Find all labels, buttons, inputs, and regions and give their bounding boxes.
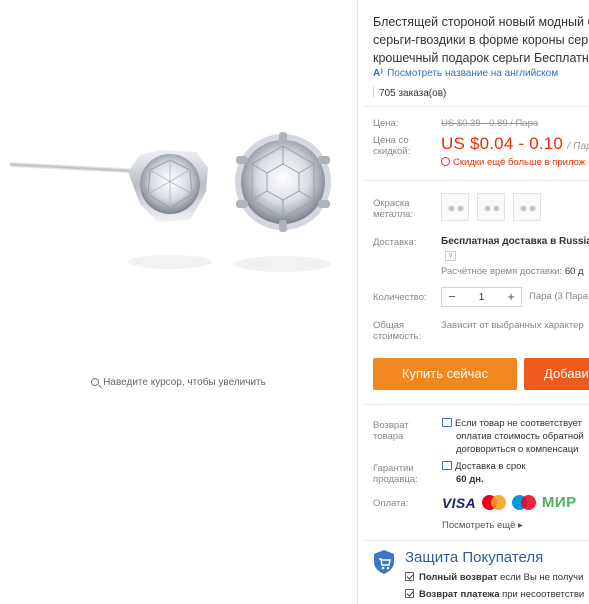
payment-methods: VISA МИР <box>442 494 577 511</box>
delivery-time-label: Расчётное время доставки: <box>441 266 563 277</box>
mastercard-logo-icon <box>481 494 506 511</box>
metal-color-option[interactable] <box>513 193 541 221</box>
checkbox-check-icon <box>405 572 414 581</box>
earring-thumbnail-icon <box>484 205 500 212</box>
earring-thumbnail-icon <box>448 205 464 212</box>
quantity-decrease-button[interactable]: − <box>442 288 462 306</box>
product-title-line: серьги-гвоздики в форме короны серьг <box>373 33 589 47</box>
clock-icon <box>441 157 450 166</box>
product-gallery: Наведите курсор, чтобы увеличить <box>0 0 357 604</box>
app-promo-link[interactable]: Скидки ещё больше в прилож <box>441 157 585 168</box>
delivery-time: Расчётное время доставки: 60 д <box>441 266 584 277</box>
product-info-panel: Блестящей стороной новый модный б серьги… <box>358 0 589 604</box>
protection-item-text: при несоответстви <box>499 589 585 600</box>
orders-count: 705 заказа(ов) <box>373 87 446 99</box>
metal-color-options <box>441 193 541 221</box>
divider <box>364 180 589 181</box>
zoom-hint: Наведите курсор, чтобы увеличить <box>0 377 357 388</box>
add-to-cart-button[interactable]: Добавить <box>524 358 589 390</box>
delivery-truck-icon <box>442 461 452 470</box>
shipping-label: Доставка: <box>373 237 417 248</box>
translate-title-text[interactable]: Посмотреть название на английском <box>387 68 558 79</box>
discount-price: US $0.04 - 0.10/ Пар <box>441 134 589 154</box>
old-price: US $0.39 - 0.89 / Пара <box>441 118 538 129</box>
product-title-line: Блестящей стороной новый модный б <box>373 15 589 29</box>
discount-price-unit: / Пар <box>567 141 589 152</box>
divider <box>364 540 589 541</box>
return-policy: Если товар не соответствует оплатив стои… <box>442 417 584 456</box>
divider <box>364 106 589 107</box>
return-policy-line: договориться о компенсаци <box>456 444 579 455</box>
chevron-down-icon[interactable]: v <box>445 251 456 261</box>
quantity-input[interactable]: 1 <box>462 292 501 303</box>
total-cost-value: Зависит от выбранных характер <box>441 320 584 331</box>
product-title-line: крошечный подарок серьги Бесплатн <box>373 51 589 65</box>
discount-price-label: Цена со скидкой: <box>373 135 411 157</box>
old-price-unit: / Пара <box>507 118 539 129</box>
delivery-time-value: 60 д <box>564 266 584 277</box>
mir-logo-icon: МИР <box>541 494 577 511</box>
return-label: Возврат товара <box>373 420 409 442</box>
protection-item-bold: Полный возврат <box>419 572 498 583</box>
more-payment-link[interactable]: Посмотреть ещё ▸ <box>442 520 523 531</box>
separator <box>373 87 374 97</box>
return-icon <box>442 418 452 427</box>
protection-item-text: если Вы не получи <box>497 572 584 583</box>
return-policy-line: Если товар не соответствует <box>455 418 582 429</box>
buyer-protection-title: Защита Покупателя <box>405 549 544 566</box>
guarantee-days: 60 дн. <box>456 474 484 485</box>
shipping-method[interactable]: Бесплатная доставка в Russian <box>441 236 589 247</box>
seller-guarantee: Доставка в срок 60 дн. <box>442 460 526 486</box>
metal-color-label: Окраска металла: <box>373 198 414 220</box>
buy-now-button[interactable]: Купить сейчас <box>373 358 517 390</box>
checkbox-check-icon <box>405 589 414 598</box>
protection-item: Возврат платежа при несоответстви <box>405 589 584 600</box>
maestro-logo-icon <box>511 494 536 511</box>
metal-color-option[interactable] <box>441 193 469 221</box>
quantity-available-note: Пара (3 Пара <box>529 291 589 302</box>
divider <box>364 404 589 405</box>
quantity-increase-button[interactable]: + <box>501 288 521 306</box>
product-image[interactable] <box>0 120 357 290</box>
translate-icon: A⁾ <box>373 68 384 79</box>
price-label: Цена: <box>373 118 399 129</box>
protection-item-bold: Возврат платежа <box>419 589 500 600</box>
quantity-label: Количество: <box>373 292 427 303</box>
orders-count-text: 705 заказа(ов) <box>379 88 447 99</box>
metal-color-option[interactable] <box>477 193 505 221</box>
guarantee-title: Доставка в срок <box>455 461 526 472</box>
discount-price-value: US $0.04 - 0.10 <box>441 134 564 153</box>
translate-title-link[interactable]: A⁾ Посмотреть название на английском <box>373 68 558 79</box>
visa-logo-icon: VISA <box>442 494 476 511</box>
protection-item: Полный возврат если Вы не получи <box>405 572 583 583</box>
payment-label: Оплата: <box>373 498 409 509</box>
seller-guarantee-label: Гарантии продавца: <box>373 463 418 485</box>
return-policy-line: оплатив стоимость обратной <box>456 431 584 442</box>
shield-icon <box>374 550 394 574</box>
quantity-stepper: − 1 + <box>441 287 522 307</box>
old-price-value: US $0.39 - 0.89 <box>441 118 508 129</box>
magnifier-icon <box>91 378 100 386</box>
app-promo-text[interactable]: Скидки ещё больше в прилож <box>453 157 585 168</box>
total-cost-label: Общая стоимость: <box>373 320 422 342</box>
zoom-hint-text: Наведите курсор, чтобы увеличить <box>103 377 266 388</box>
product-title: Блестящей стороной новый модный б серьги… <box>373 13 589 67</box>
earring-thumbnail-icon <box>520 205 536 212</box>
